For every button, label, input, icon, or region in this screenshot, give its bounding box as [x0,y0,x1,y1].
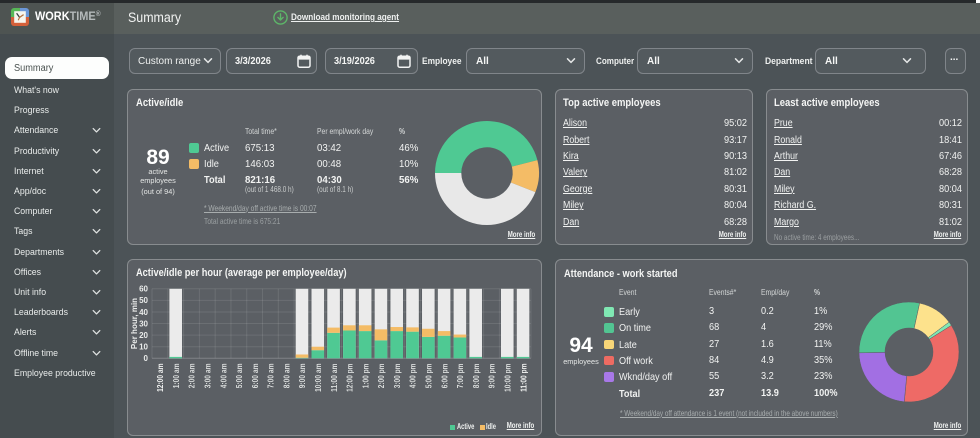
svg-text:4:00 am: 4:00 am [219,364,228,389]
svg-text:7:00 pm: 7:00 pm [456,364,465,389]
svg-text:40: 40 [139,308,148,317]
svg-text:10:00 am: 10:00 am [314,364,323,392]
svg-text:1:00 am: 1:00 am [172,364,181,389]
svg-text:Per hour, min: Per hour, min [130,298,139,349]
svg-text:8:00 am: 8:00 am [282,364,291,389]
svg-text:30: 30 [139,319,148,328]
svg-text:2:00 am: 2:00 am [188,364,197,389]
svg-text:12:00 am: 12:00 am [156,364,165,392]
svg-text:3:00 pm: 3:00 pm [393,364,402,389]
svg-text:11:00 am: 11:00 am [330,364,339,392]
svg-text:5:00 pm: 5:00 pm [425,364,434,389]
svg-text:20: 20 [139,331,148,340]
svg-text:7:00 am: 7:00 am [267,364,276,389]
svg-text:4:00 pm: 4:00 pm [409,364,418,389]
svg-text:2:00 pm: 2:00 pm [377,364,386,389]
svg-text:9:00 pm: 9:00 pm [488,364,497,389]
svg-text:10: 10 [139,343,148,352]
svg-text:50: 50 [139,296,148,305]
svg-text:10:00 pm: 10:00 pm [503,364,512,392]
svg-text:11:00 pm: 11:00 pm [519,364,528,392]
svg-text:6:00 am: 6:00 am [251,364,260,389]
svg-text:6:00 pm: 6:00 pm [440,364,449,389]
svg-text:9:00 am: 9:00 am [298,364,307,389]
svg-text:60: 60 [139,285,148,294]
svg-text:0: 0 [144,354,149,363]
svg-text:8:00 pm: 8:00 pm [472,364,481,389]
svg-text:12:00 pm: 12:00 pm [346,364,355,392]
svg-text:3:00 am: 3:00 am [203,364,212,389]
svg-text:5:00 am: 5:00 am [235,364,244,389]
svg-text:1:00 pm: 1:00 pm [361,364,370,389]
